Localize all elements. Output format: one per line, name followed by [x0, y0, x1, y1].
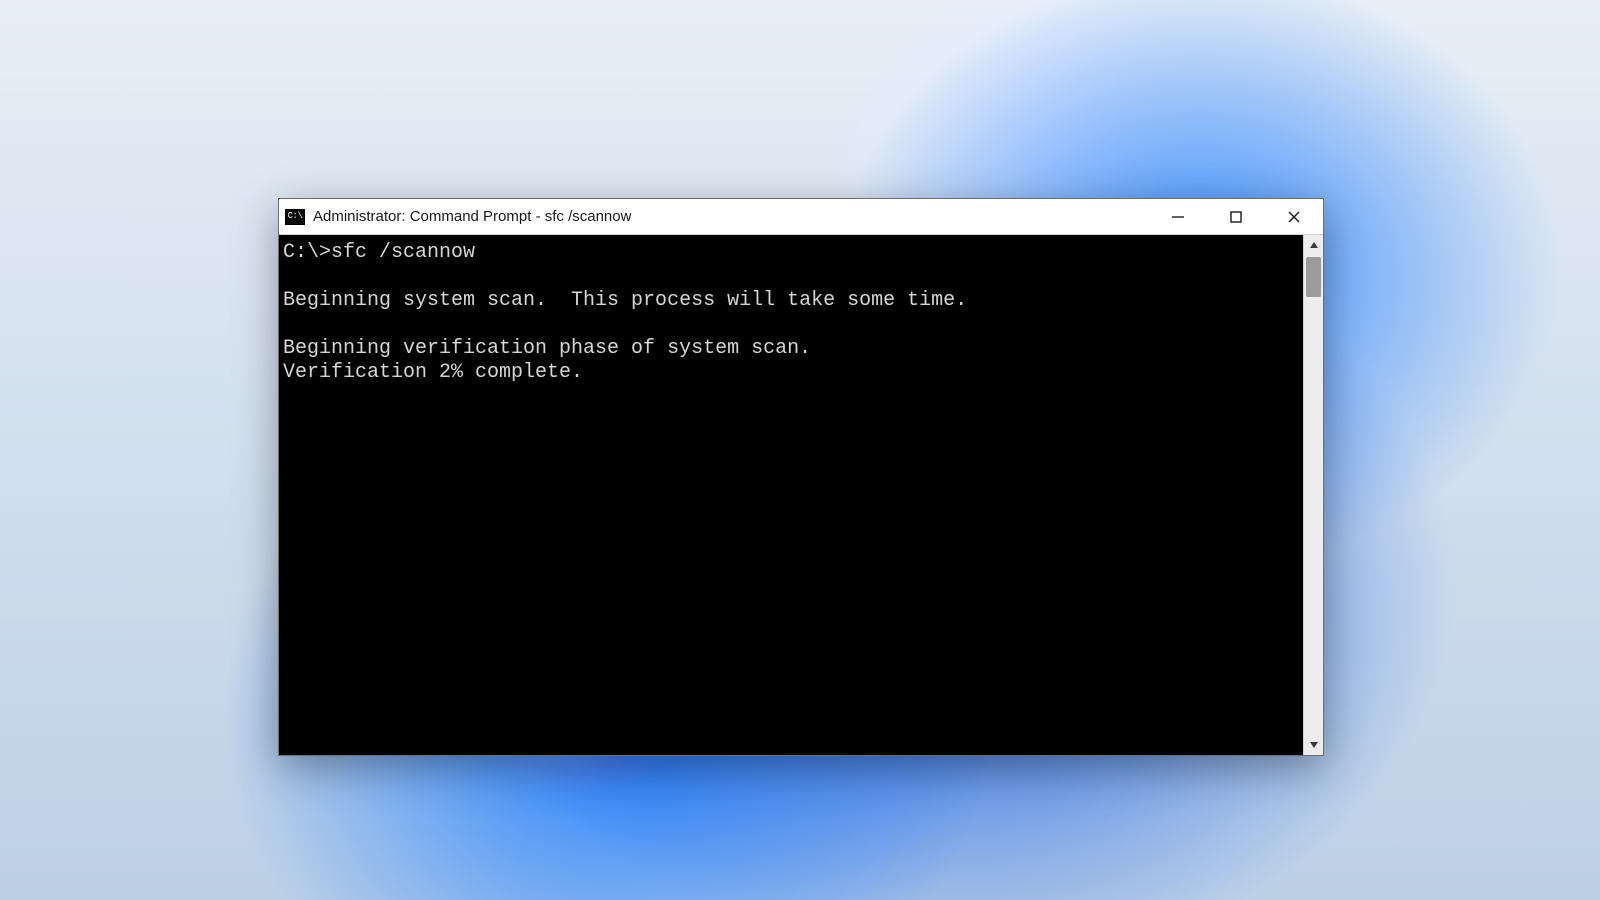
- scroll-up-button[interactable]: [1304, 235, 1323, 255]
- console-output[interactable]: C:\>sfc /scannow Beginning system scan. …: [279, 235, 1303, 755]
- chevron-down-icon: [1309, 740, 1319, 750]
- command-prompt-window[interactable]: C:\ Administrator: Command Prompt - sfc …: [278, 198, 1324, 756]
- client-area: C:\>sfc /scannow Beginning system scan. …: [279, 235, 1323, 755]
- scroll-down-button[interactable]: [1304, 735, 1323, 755]
- minimize-button[interactable]: [1149, 199, 1207, 235]
- chevron-up-icon: [1309, 240, 1319, 250]
- minimize-icon: [1172, 211, 1184, 223]
- titlebar[interactable]: C:\ Administrator: Command Prompt - sfc …: [279, 199, 1323, 235]
- maximize-button[interactable]: [1207, 199, 1265, 235]
- desktop: C:\ Administrator: Command Prompt - sfc …: [0, 0, 1600, 900]
- maximize-icon: [1230, 211, 1242, 223]
- close-icon: [1288, 211, 1300, 223]
- window-title: Administrator: Command Prompt - sfc /sca…: [313, 208, 631, 225]
- titlebar-left: C:\ Administrator: Command Prompt - sfc …: [285, 208, 631, 225]
- titlebar-controls: [1149, 199, 1323, 235]
- close-button[interactable]: [1265, 199, 1323, 235]
- vertical-scrollbar[interactable]: [1303, 235, 1323, 755]
- scrollbar-thumb[interactable]: [1306, 257, 1321, 297]
- scrollbar-track[interactable]: [1304, 255, 1323, 735]
- cmd-icon: C:\: [285, 209, 305, 225]
